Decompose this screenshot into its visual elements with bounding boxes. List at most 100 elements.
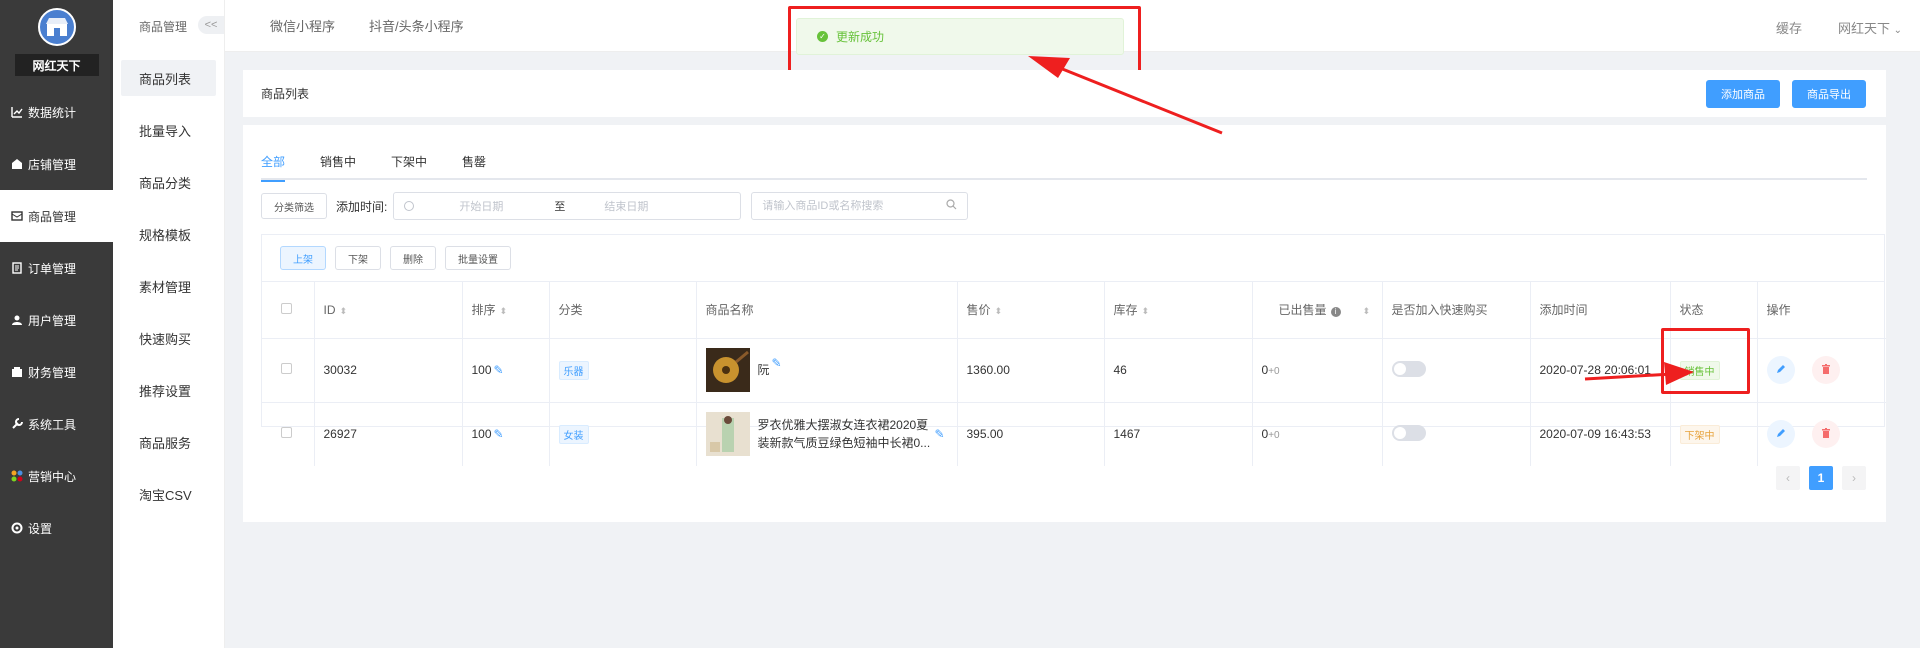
- category-tag: 女装: [558, 424, 589, 444]
- toast-message: 更新成功: [836, 30, 885, 44]
- sub-item-batch-import[interactable]: 批量导入: [113, 104, 224, 156]
- date-start-input[interactable]: 开始日期: [459, 198, 554, 214]
- collapse-button[interactable]: <<: [198, 16, 224, 34]
- cell-actions: [1757, 338, 1886, 403]
- sub-item-taobao-csv[interactable]: 淘宝CSV: [113, 468, 224, 520]
- quick-buy-toggle[interactable]: [1391, 360, 1426, 377]
- sub-item-service[interactable]: 商品服务: [113, 416, 224, 468]
- page-header: 商品列表 添加商品 商品导出: [243, 70, 1886, 117]
- col-header-category: 分类: [549, 282, 697, 339]
- edit-pencil-icon[interactable]: ✎: [494, 363, 504, 377]
- batch-delete-button[interactable]: 删除: [390, 246, 436, 270]
- user-menu[interactable]: 网红天下 ⌄: [1838, 18, 1902, 37]
- date-end-input[interactable]: 结束日期: [604, 198, 648, 214]
- sub-item-goods-list[interactable]: 商品列表: [121, 60, 216, 96]
- cell-price: 1360.00: [957, 338, 1105, 403]
- store-icon: [10, 157, 24, 171]
- status-badge[interactable]: 销售中: [1679, 360, 1720, 380]
- select-all-checkbox[interactable]: [281, 302, 292, 314]
- col-header-stock[interactable]: 库存 ⬍: [1104, 282, 1253, 339]
- add-goods-button[interactable]: 添加商品: [1706, 80, 1780, 108]
- sidebar-item-orders[interactable]: 订单管理: [0, 242, 113, 294]
- delete-button[interactable]: [1811, 356, 1840, 384]
- pencil-icon: [1775, 427, 1787, 442]
- cell-time: 2020-07-09 16:43:53: [1530, 402, 1671, 466]
- col-header-quick-buy: 是否加入快速购买: [1382, 282, 1531, 339]
- export-goods-button[interactable]: 商品导出: [1792, 80, 1866, 108]
- edit-button[interactable]: [1766, 356, 1795, 384]
- sidebar-item-marketing[interactable]: 营销中心: [0, 450, 113, 502]
- sub-item-category[interactable]: 商品分类: [113, 156, 224, 208]
- sub-sidebar: 商品管理 << 商品列表 批量导入 商品分类 规格模板 素材管理 快速购买 推荐…: [113, 0, 225, 648]
- category-filter-button[interactable]: 分类筛选: [261, 193, 327, 219]
- tab-sold-out[interactable]: 售罄: [462, 153, 486, 180]
- cell-actions: [1757, 402, 1886, 466]
- date-separator: 至: [554, 201, 566, 213]
- sub-item-recommend[interactable]: 推荐设置: [113, 364, 224, 416]
- sidebar-item-label: 商品管理: [28, 209, 77, 224]
- quick-buy-toggle[interactable]: [1391, 424, 1426, 441]
- cell-sold: 0+0: [1252, 338, 1383, 403]
- sub-item-material[interactable]: 素材管理: [113, 260, 224, 312]
- sidebar-item-tools[interactable]: 系统工具: [0, 398, 113, 450]
- sort-icon: ⬍: [499, 306, 508, 317]
- delete-button[interactable]: [1811, 420, 1840, 449]
- cell-stock: 46: [1104, 338, 1253, 403]
- edit-pencil-icon[interactable]: ✎: [772, 356, 782, 370]
- sidebar-item-goods[interactable]: 商品管理: [0, 190, 113, 242]
- sidebar-item-store[interactable]: 店铺管理: [0, 138, 113, 190]
- clock-icon: [404, 201, 415, 211]
- batch-on-shelf-button[interactable]: 上架: [280, 246, 326, 270]
- row-checkbox[interactable]: [281, 363, 292, 374]
- tab-douyin-miniapp[interactable]: 抖音/头条小程序: [369, 16, 464, 35]
- cell-quick-buy: [1382, 338, 1531, 403]
- sidebar-item-users[interactable]: 用户管理: [0, 294, 113, 346]
- sub-item-spec-template[interactable]: 规格模板: [113, 208, 224, 260]
- edit-button[interactable]: [1766, 420, 1795, 449]
- goods-list-card: 全部 销售中 下架中 售罄 分类筛选 添加时间: 开始日期 至 结束日期 上架 …: [243, 125, 1886, 522]
- info-icon[interactable]: i: [1330, 306, 1341, 317]
- col-header-price[interactable]: 售价 ⬍: [957, 282, 1105, 339]
- cache-link[interactable]: 缓存: [1776, 18, 1802, 37]
- batch-off-shelf-button[interactable]: 下架: [335, 246, 381, 270]
- store-logo-icon: [37, 8, 76, 46]
- edit-pencil-icon[interactable]: ✎: [935, 427, 945, 441]
- sidebar-item-label: 财务管理: [28, 365, 77, 380]
- tab-on-sale[interactable]: 销售中: [320, 153, 356, 180]
- sidebar-item-label: 订单管理: [28, 261, 77, 276]
- sub-item-quick-buy[interactable]: 快速购买: [113, 312, 224, 364]
- header-buttons: 添加商品 商品导出: [1706, 80, 1866, 108]
- wrench-icon: [10, 417, 24, 431]
- row-select-cell: [262, 402, 315, 466]
- tab-off-shelf[interactable]: 下架中: [391, 153, 427, 180]
- next-page-button[interactable]: ›: [1842, 466, 1866, 490]
- page-number-button[interactable]: 1: [1809, 466, 1833, 490]
- col-header-name: 商品名称: [696, 282, 958, 339]
- edit-pencil-icon[interactable]: ✎: [494, 427, 504, 441]
- wallet-icon: [10, 365, 24, 379]
- sidebar-item-finance[interactable]: 财务管理: [0, 346, 113, 398]
- cell-sort: 100 ✎: [462, 338, 550, 403]
- search-icon[interactable]: [946, 199, 957, 213]
- col-header-sort[interactable]: 排序 ⬍: [462, 282, 550, 339]
- search-box: [751, 192, 969, 220]
- col-header-sold[interactable]: 已出售量 i ⬍: [1252, 282, 1383, 339]
- cell-quick-buy: [1382, 402, 1531, 466]
- sidebar-item-stats[interactable]: 数据统计: [0, 86, 113, 138]
- prev-page-button[interactable]: ‹: [1776, 466, 1800, 490]
- tab-wechat-miniapp[interactable]: 微信小程序: [270, 16, 335, 35]
- check-circle-icon: ✓: [817, 31, 828, 42]
- date-range-picker[interactable]: 开始日期 至 结束日期: [393, 192, 742, 220]
- sidebar-item-settings[interactable]: 设置: [0, 502, 113, 554]
- batch-settings-button[interactable]: 批量设置: [445, 246, 511, 270]
- tab-all[interactable]: 全部: [261, 153, 286, 182]
- logo-area: 网红天下: [0, 0, 113, 86]
- page-title: 商品列表: [261, 87, 310, 101]
- status-badge[interactable]: 下架中: [1679, 424, 1720, 444]
- trash-icon: [1820, 427, 1832, 442]
- col-header-id[interactable]: ID ⬍: [314, 282, 463, 339]
- row-checkbox[interactable]: [281, 427, 292, 439]
- sort-icon: ⬍: [1362, 306, 1371, 317]
- search-input[interactable]: [762, 200, 933, 212]
- order-icon: [10, 261, 24, 275]
